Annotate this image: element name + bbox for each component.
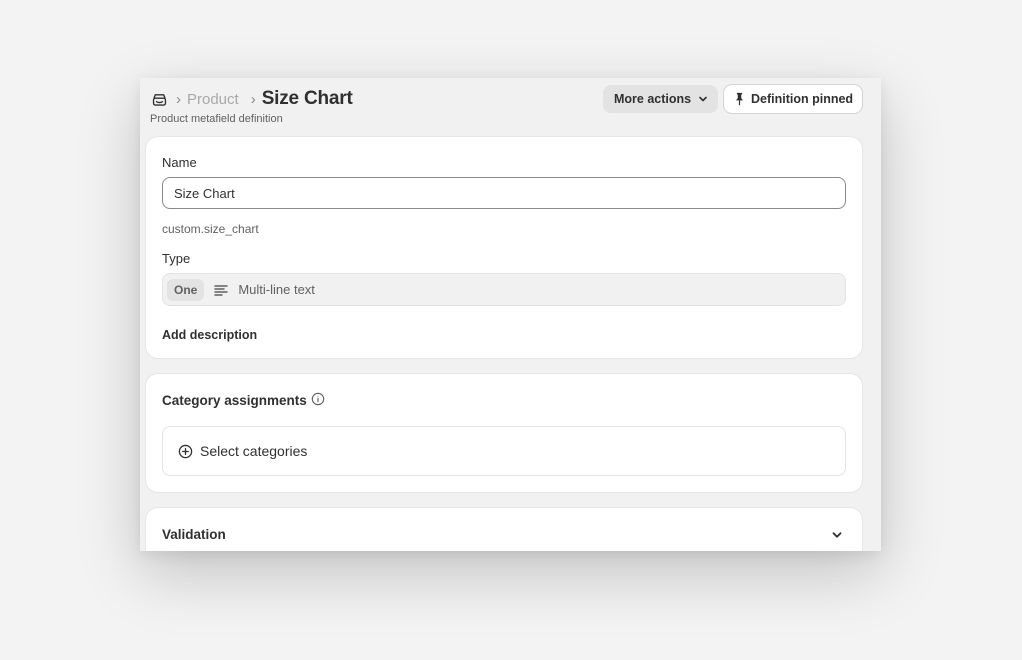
store-icon[interactable] [150,90,168,108]
name-label: Name [162,155,197,170]
info-icon[interactable] [311,392,325,406]
namespace-key: custom.size_chart [162,222,259,236]
add-description-button[interactable]: Add description [162,328,257,342]
page-subtitle: Product metafield definition [150,113,283,125]
plus-circle-icon [178,444,193,459]
chevron-down-icon[interactable] [830,528,844,542]
definition-pinned-button[interactable]: Definition pinned [724,85,862,113]
select-categories-button[interactable]: Select categories [162,426,846,476]
type-value: Multi-line text [238,282,315,297]
validation-card[interactable]: Validation [146,508,862,551]
validation-title: Validation [162,527,226,542]
text-lines-icon [213,282,229,298]
page-header: › Product › Size Chart Product metafield… [140,78,881,134]
pin-icon [733,92,746,106]
breadcrumb-separator: › [250,90,256,108]
definition-pinned-label: Definition pinned [751,92,854,106]
breadcrumb: › Product › Size Chart [150,88,353,110]
breadcrumb-product-link[interactable]: Product [187,91,239,108]
definition-details-card: Name custom.size_chart Type One Multi-li… [146,137,862,358]
breadcrumb-separator: › [176,90,181,108]
category-assignments-card: Category assignments Select categories [146,374,862,492]
page-title: Size Chart [261,88,353,109]
type-cardinality-badge: One [167,278,205,301]
app-window: › Product › Size Chart Product metafield… [140,78,881,551]
name-input[interactable] [162,177,846,209]
more-actions-button[interactable]: More actions [603,85,718,113]
chevron-down-icon [697,93,709,105]
type-field: One Multi-line text [162,273,846,306]
more-actions-label: More actions [614,92,692,106]
category-assignments-title: Category assignments [162,393,307,408]
select-categories-label: Select categories [200,443,308,459]
type-label: Type [162,251,191,266]
